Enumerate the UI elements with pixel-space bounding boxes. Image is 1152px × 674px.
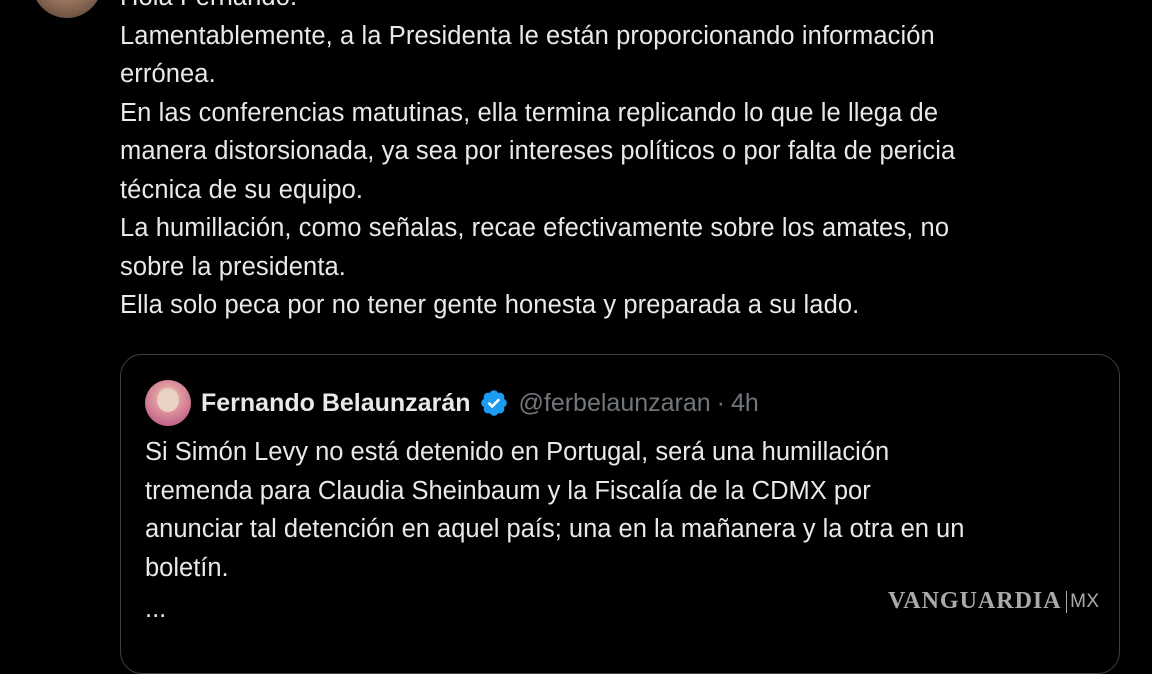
reply-line-greeting: Hola Fernando. (120, 0, 1120, 17)
quoted-tweet-card[interactable]: Fernando Belaunzarán @ferbelaunzaran · 4… (120, 354, 1120, 674)
quoted-tweet-text: Si Simón Levy no está detenido en Portug… (145, 433, 1105, 587)
reply-tweet-text: Hola Fernando. Lamentablemente, a la Pre… (120, 0, 1120, 325)
quoted-author-handle[interactable]: @ferbelaunzaran (519, 389, 711, 418)
quoted-tweet-body: Si Simón Levy no está detenido en Portug… (145, 438, 965, 582)
reply-line-4: Ella solo peca por no tener gente honest… (120, 291, 860, 319)
vanguardia-watermark: VANGUARDIA MX (888, 588, 1100, 615)
watermark-divider (1065, 590, 1068, 613)
quoted-author-avatar[interactable] (145, 380, 191, 426)
header-separator: · (716, 388, 725, 417)
verified-badge-icon (480, 390, 507, 416)
reply-line-1: Lamentablemente, a la Presidenta le está… (120, 21, 935, 89)
reply-line-3: La humillación, como señalas, recae efec… (120, 214, 950, 281)
reply-author-avatar[interactable] (32, 0, 102, 18)
quoted-author-name[interactable]: Fernando Belaunzarán (201, 389, 471, 418)
quoted-tweet-header: Fernando Belaunzarán @ferbelaunzaran · 4… (145, 379, 759, 427)
watermark-brand: VANGUARDIA (888, 588, 1062, 614)
quoted-tweet-ellipsis: ... (145, 595, 167, 623)
reply-line-2: En las conferencias matutinas, ella term… (120, 98, 956, 204)
quoted-tweet-timestamp[interactable]: 4h (731, 389, 759, 418)
watermark-suffix: MX (1070, 590, 1100, 612)
